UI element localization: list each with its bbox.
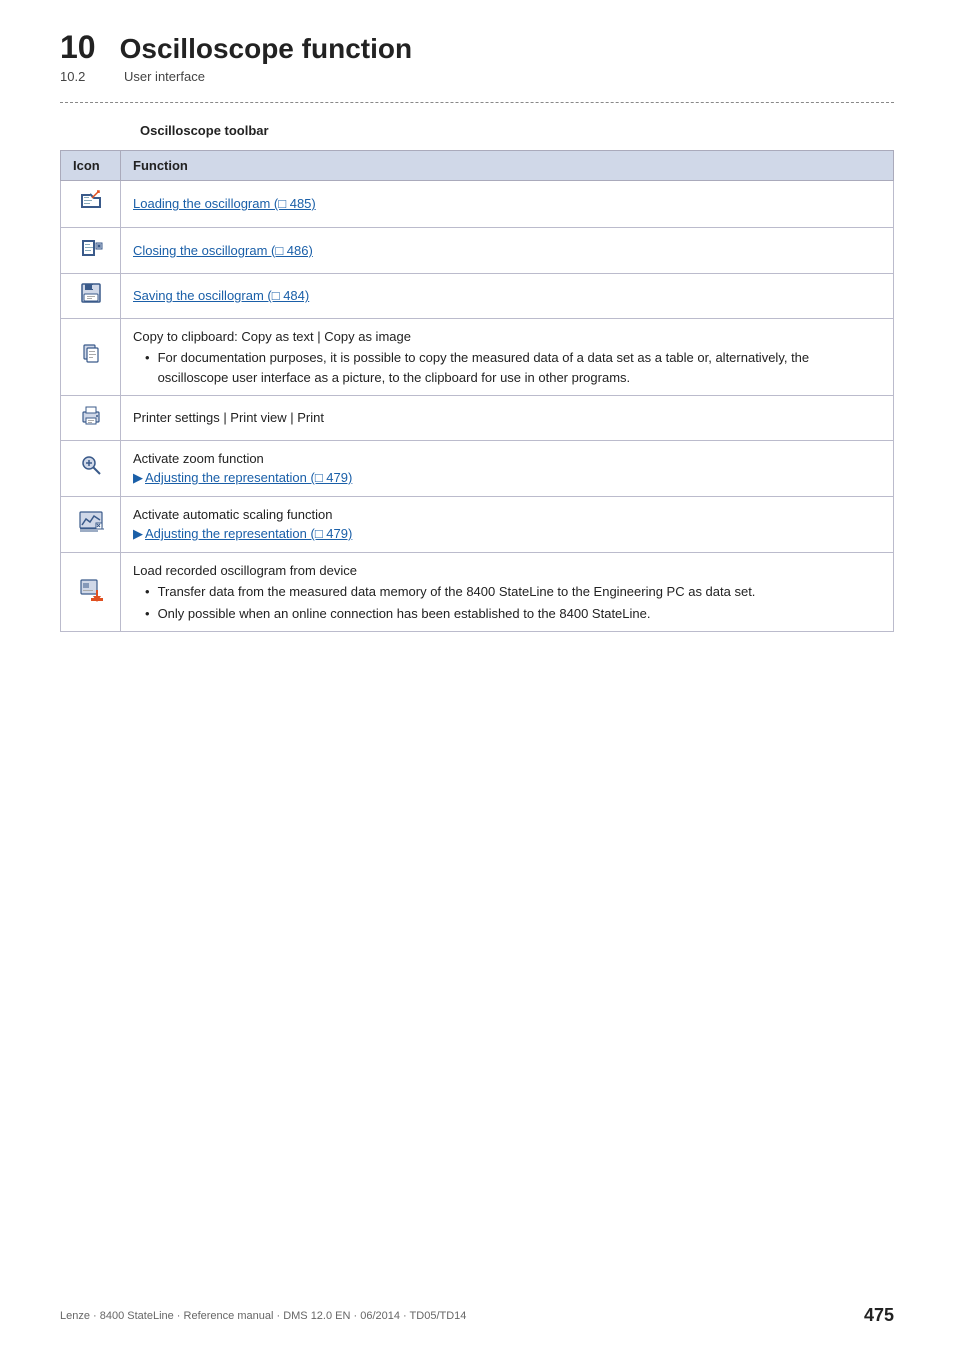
- function-cell: Closing the oscillogram (□ 486): [121, 227, 894, 274]
- page-header: 10 Oscilloscope function 10.2 User inter…: [60, 30, 894, 84]
- table-row: Load recorded oscillogram from device Tr…: [61, 552, 894, 632]
- function-link[interactable]: ▶Adjusting the representation (□ 479): [133, 524, 881, 544]
- function-cell: Copy to clipboard: Copy as text | Copy a…: [121, 318, 894, 396]
- function-cell: Loading the oscillogram (□ 485): [121, 181, 894, 228]
- close-oscillogram-icon: [61, 227, 121, 274]
- section-heading: Oscilloscope toolbar: [140, 123, 894, 138]
- function-link[interactable]: Closing the oscillogram (□ 486): [133, 243, 313, 258]
- table-row: Saving the oscillogram (□ 484): [61, 274, 894, 319]
- table-row: Activate zoom function ▶Adjusting the re…: [61, 440, 894, 496]
- subchapter-number: 10.2: [60, 69, 100, 84]
- subchapter-title: User interface: [124, 69, 205, 84]
- function-cell: Load recorded oscillogram from device Tr…: [121, 552, 894, 632]
- function-cell: Saving the oscillogram (□ 484): [121, 274, 894, 319]
- function-cell: Printer settings | Print view | Print: [121, 396, 894, 441]
- function-bullet: For documentation purposes, it is possib…: [133, 348, 881, 387]
- function-main-text: Load recorded oscillogram from device: [133, 561, 881, 581]
- save-oscillogram-icon: [61, 274, 121, 319]
- function-bullet: Only possible when an online connection …: [133, 604, 881, 624]
- function-link[interactable]: Saving the oscillogram (□ 484): [133, 288, 309, 303]
- section-divider: [60, 102, 894, 103]
- col-header-icon: Icon: [61, 151, 121, 181]
- link-text[interactable]: Adjusting the representation (□ 479): [145, 526, 352, 541]
- link-text[interactable]: Adjusting the representation (□ 479): [145, 470, 352, 485]
- footer-text: Lenze · 8400 StateLine · Reference manua…: [60, 1310, 466, 1322]
- function-link[interactable]: ▶Adjusting the representation (□ 479): [133, 468, 881, 488]
- page-footer: Lenze · 8400 StateLine · Reference manua…: [0, 1305, 954, 1326]
- arrow-icon: ▶: [133, 470, 143, 485]
- table-row: Loading the oscillogram (□ 485): [61, 181, 894, 228]
- chapter-number: 10: [60, 30, 96, 65]
- load-device-icon: [61, 552, 121, 632]
- copy-clipboard-icon: [61, 318, 121, 396]
- zoom-icon: [61, 440, 121, 496]
- function-main-text: Activate zoom function: [133, 449, 881, 469]
- function-cell: Activate zoom function ▶Adjusting the re…: [121, 440, 894, 496]
- chapter-title: Oscilloscope function: [120, 34, 412, 65]
- arrow-icon: ▶: [133, 526, 143, 541]
- page-number: 475: [864, 1305, 894, 1326]
- function-main-text: Activate automatic scaling function: [133, 505, 881, 525]
- autoscale-icon: [61, 496, 121, 552]
- toolbar-table: Icon Function Loading the oscillogram (□…: [60, 150, 894, 632]
- function-cell: Activate automatic scaling function ▶Adj…: [121, 496, 894, 552]
- printer-icon: [61, 396, 121, 441]
- function-main-text: Copy to clipboard: Copy as text | Copy a…: [133, 327, 881, 347]
- col-header-function: Function: [121, 151, 894, 181]
- table-row: Closing the oscillogram (□ 486): [61, 227, 894, 274]
- function-bullet: Transfer data from the measured data mem…: [133, 582, 881, 602]
- open-oscillogram-icon: [61, 181, 121, 228]
- table-row: Copy to clipboard: Copy as text | Copy a…: [61, 318, 894, 396]
- table-row: Activate automatic scaling function ▶Adj…: [61, 496, 894, 552]
- table-row: Printer settings | Print view | Print: [61, 396, 894, 441]
- function-link[interactable]: Loading the oscillogram (□ 485): [133, 196, 316, 211]
- function-main-text: Printer settings | Print view | Print: [133, 410, 324, 425]
